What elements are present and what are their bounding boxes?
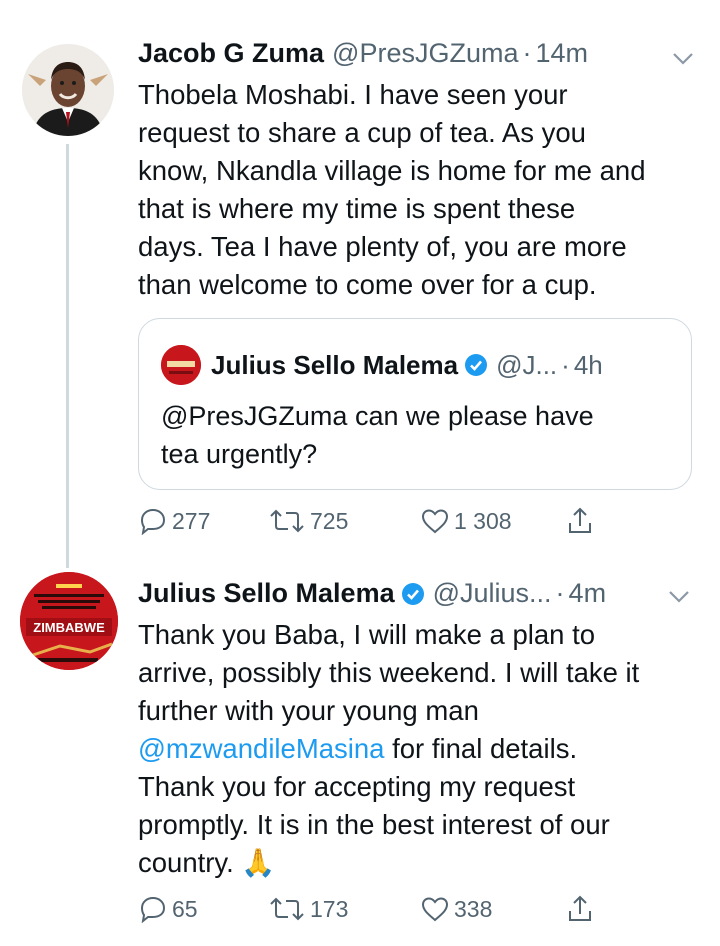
retweet-button[interactable]: 725 [268,508,420,535]
tweet-timestamp[interactable]: 4m [569,578,607,609]
quoted-author-name[interactable]: Julius Sello Malema [211,350,458,381]
retweet-icon [270,509,304,533]
tweet-text-line: further with your young man [138,695,479,726]
retweet-button[interactable]: 173 [268,896,420,923]
avatar-portrait-image [22,44,114,136]
chevron-down-icon[interactable] [672,52,694,66]
share-icon [569,895,591,921]
quoted-avatar-image [161,345,201,385]
reply-icon [140,508,166,535]
tweet-2-body: Thank you Baba, I will make a plan to ar… [138,616,639,882]
reply-icon [140,896,166,923]
share-button[interactable] [566,894,594,924]
tweet-1-actions: 277 725 1 308 [138,506,594,536]
retweet-count: 725 [310,507,349,534]
tweet-text-line: promptly. It is in the best interest of … [138,809,610,840]
tweet-text-fragment: for final details. [384,733,578,764]
tweet-text-line: Thank you Baba, I will make a plan to [138,619,596,650]
author-name[interactable]: Jacob G Zuma [138,38,324,69]
tweet-text-line: @PresJGZuma can we please have [161,401,594,431]
tweet-1-header: Jacob G Zuma @PresJGZuma · 14m [138,38,588,69]
quoted-author-handle[interactable]: @J... [496,350,557,381]
verified-badge-icon [465,354,488,376]
reply-count: 65 [172,895,198,922]
tweet-text-line: Thobela Moshabi. I have seen your [138,79,568,110]
like-count: 1 308 [454,507,512,534]
quoted-tweet-body: @PresJGZuma can we please have tea urgen… [161,397,594,473]
tweet-timestamp[interactable]: 14m [536,38,589,69]
tweet-text-line: tea urgently? [161,439,318,469]
retweet-count: 173 [310,895,349,922]
tweet-text-line: Thank you for accepting my request [138,771,576,802]
separator-dot: · [561,349,570,380]
like-icon [421,897,449,922]
quoted-tweet-header: Julius Sello Malema @J... · 4h [161,345,603,385]
quoted-tweet-card[interactable]: Julius Sello Malema @J... · 4h @PresJGZu… [138,318,692,490]
tweet-text-line: country. 🙏 [138,844,639,882]
avatar-caption: ZIMBABWE [33,620,105,635]
quoted-tweet-timestamp[interactable]: 4h [574,350,603,381]
reply-button[interactable]: 277 [138,507,268,535]
avatar-jacob-zuma[interactable] [22,44,114,136]
tweet-2-header: Julius Sello Malema @Julius... · 4m [138,578,606,609]
like-button[interactable]: 338 [420,895,566,923]
tweet-1-body: Thobela Moshabi. I have seen your reques… [138,76,646,304]
mention-link[interactable]: @mzwandileMasina [138,733,384,764]
separator-dot: · [555,578,565,608]
tweet-text-line: that is where my time is spent these [138,193,576,224]
like-button[interactable]: 1 308 [420,507,566,535]
tweet-text-line: than welcome to come over for a cup. [138,269,597,300]
like-count: 338 [454,895,493,922]
reply-count: 277 [172,507,211,534]
reply-button[interactable]: 65 [138,895,268,923]
author-handle[interactable]: @PresJGZuma [332,38,518,69]
pray-emoji-icon: 🙏 [241,847,276,878]
author-name[interactable]: Julius Sello Malema [138,578,395,609]
avatar-eff-poster-image: ZIMBABWE [20,572,118,670]
tweet-text-line: arrive, possibly this weekend. I will ta… [138,657,640,688]
author-handle[interactable]: @Julius... [433,578,552,609]
tweet-text-line: know, Nkandla village is home for me and [138,155,646,186]
tweet-text-line: days. Tea I have plenty of, you are more [138,231,627,262]
chevron-down-icon[interactable] [668,590,690,604]
like-icon [421,509,449,534]
tweet-text-line: request to share a cup of tea. As you [138,117,586,148]
tweet-2-actions: 65 173 338 [138,894,594,924]
share-icon [569,507,591,533]
separator-dot: · [522,38,532,68]
tweet-text-line: @mzwandileMasina for final details. [138,730,639,768]
thread-connector-line [66,144,69,568]
verified-badge-icon [401,582,424,605]
quoted-author-avatar [161,345,201,385]
share-button[interactable] [566,506,594,536]
tweet-text-fragment: country. [138,847,234,878]
retweet-icon [270,897,304,921]
avatar-julius-malema[interactable]: ZIMBABWE [20,572,118,670]
